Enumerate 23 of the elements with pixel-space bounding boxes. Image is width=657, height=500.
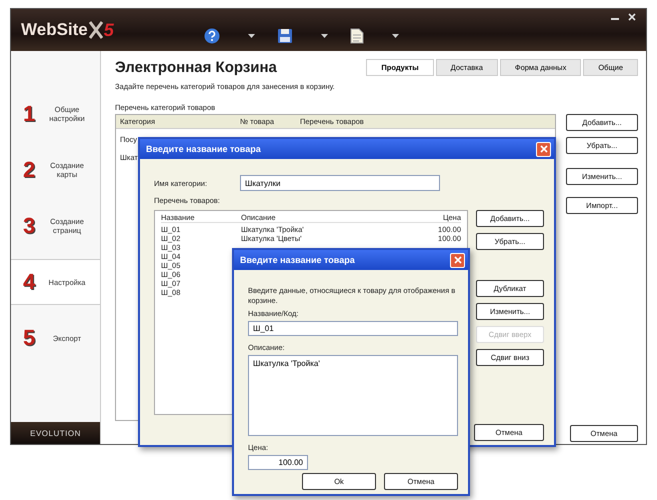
close-icon [454, 256, 462, 264]
category-name-field[interactable]: Шкатулки [240, 175, 440, 191]
caret-icon [248, 34, 255, 38]
description-field[interactable]: Шкатулка 'Тройка' [248, 354, 458, 436]
close-icon[interactable] [628, 13, 636, 21]
document-icon [350, 28, 364, 44]
close-icon [540, 145, 548, 153]
close-button[interactable] [536, 142, 551, 156]
dialog-title-bar: Введите название товара [234, 250, 468, 270]
caret-icon [392, 34, 399, 38]
page-title: Электронная Корзина [115, 59, 277, 76]
help-icon [204, 28, 220, 44]
toolbar-button[interactable] [276, 28, 328, 44]
code-field[interactable]: Ш_01 [248, 320, 458, 336]
close-button[interactable] [450, 252, 465, 268]
caret-icon [320, 34, 328, 38]
toolbar-button[interactable] [204, 28, 255, 44]
x-logo-icon [88, 21, 103, 39]
toolbar-button[interactable] [350, 28, 399, 44]
price-field[interactable]: 100.00 [248, 454, 308, 470]
edition-label: EVOLUTION [11, 422, 100, 444]
logo: WebSite 5 [21, 20, 114, 40]
dialog-title-bar: Введите название товара [140, 139, 554, 159]
